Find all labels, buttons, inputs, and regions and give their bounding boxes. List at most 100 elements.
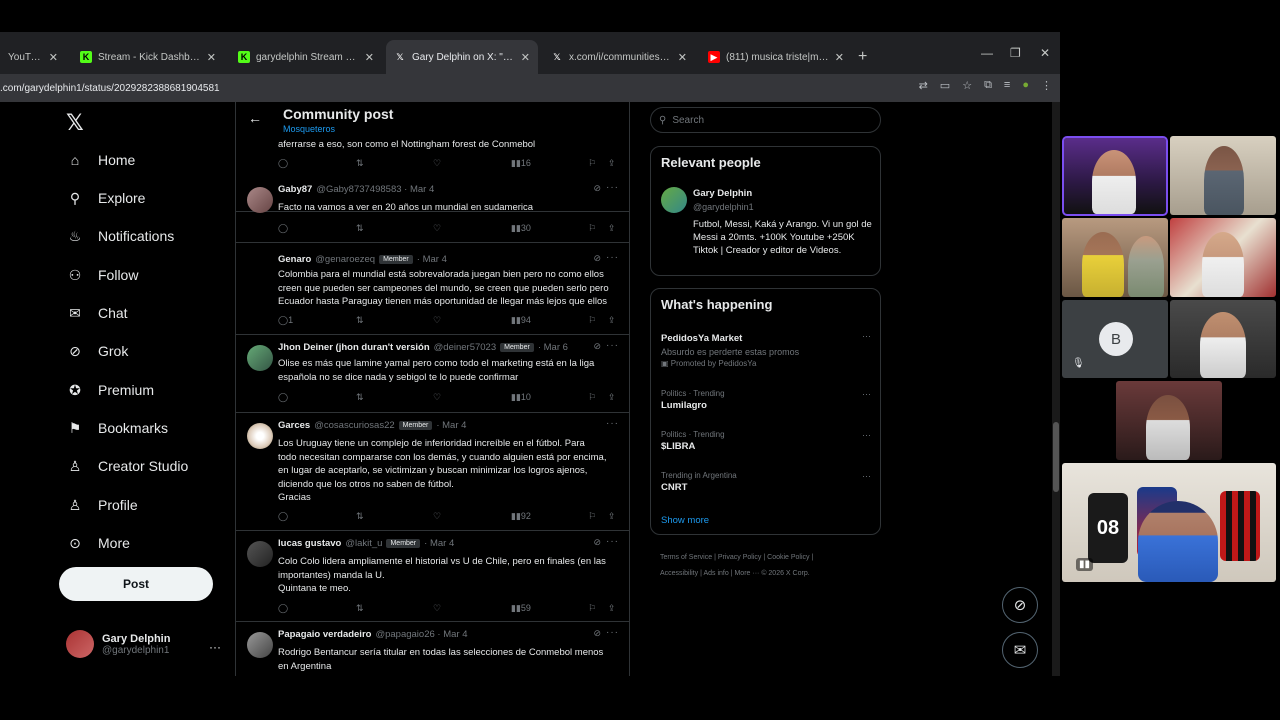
like-icon[interactable]: ♡ bbox=[433, 392, 441, 403]
nav-creator-studio[interactable]: ♙ Creator Studio bbox=[66, 457, 189, 475]
avatar[interactable] bbox=[661, 187, 687, 213]
community-name[interactable]: Mosqueteros bbox=[283, 124, 335, 134]
post-date[interactable]: · Mar 4 bbox=[424, 538, 454, 549]
author-name[interactable]: lucas gustavo bbox=[278, 538, 341, 549]
repost-icon[interactable]: ⇅ bbox=[356, 511, 364, 522]
url-text[interactable]: .com/garydelphin1/status/202928238868190… bbox=[0, 83, 220, 94]
nav-explore[interactable]: ⚲ Explore bbox=[66, 189, 146, 207]
footer-link[interactable]: Cookie Policy bbox=[767, 554, 809, 561]
author-handle[interactable]: @papagaio26 · Mar 4 bbox=[375, 629, 467, 640]
grok-icon[interactable]: ⊘ bbox=[593, 253, 601, 264]
author-name[interactable]: Jhon Deiner (jhon duran't versión bbox=[278, 342, 430, 353]
show-more-link[interactable]: Show more bbox=[661, 515, 709, 526]
bookmark-icon[interactable]: ⚐ bbox=[588, 511, 596, 522]
reply-icon[interactable]: ◯ 1 bbox=[278, 315, 293, 326]
nav-notifications[interactable]: ♨ Notifications bbox=[66, 227, 175, 245]
video-tile-camera-off[interactable]: B 🎙︎ bbox=[1062, 300, 1168, 378]
grok-icon[interactable]: ⊘ bbox=[593, 537, 601, 548]
like-icon[interactable]: ♡ bbox=[433, 158, 441, 169]
bookmark-icon[interactable]: ⚐ bbox=[588, 223, 596, 234]
views-icon[interactable]: ▮▮ 92 bbox=[511, 511, 531, 522]
nav-bookmarks[interactable]: ⚑ Bookmarks bbox=[66, 419, 168, 437]
like-icon[interactable]: ♡ bbox=[433, 315, 441, 326]
views-icon[interactable]: ▮▮ 10 bbox=[511, 392, 531, 403]
post-date[interactable]: · Mar 6 bbox=[538, 342, 568, 353]
list-item[interactable]: Papagaio verdadeiro @papagaio26 · Mar 4 … bbox=[236, 622, 629, 676]
avatar[interactable] bbox=[247, 345, 273, 371]
reply-icon[interactable]: ◯ bbox=[278, 511, 288, 522]
more-icon[interactable]: ··· bbox=[606, 418, 619, 429]
like-icon[interactable]: ♡ bbox=[433, 603, 441, 614]
search-input[interactable]: ⚲ Search bbox=[650, 107, 881, 133]
share-icon[interactable]: ⇪ bbox=[608, 223, 616, 234]
more-icon[interactable]: ··· bbox=[606, 340, 619, 351]
grok-icon[interactable]: ⊘ bbox=[593, 341, 601, 352]
author-handle[interactable]: @deiner57023 bbox=[434, 342, 496, 353]
bookmark-icon[interactable]: ⚐ bbox=[588, 158, 596, 169]
views-icon[interactable]: ▮▮ 30 bbox=[511, 223, 531, 234]
nav-premium[interactable]: ✪ Premium bbox=[66, 381, 154, 399]
grok-fab-icon[interactable]: ⊘ bbox=[1002, 587, 1038, 623]
footer-link[interactable]: Terms of Service bbox=[660, 554, 712, 561]
new-tab-icon[interactable]: + bbox=[858, 48, 867, 66]
browser-tab-active[interactable]: 𝕏 Gary Delphin on X: "VUELVE EL FA ✕ bbox=[386, 40, 538, 74]
video-tile[interactable] bbox=[1170, 218, 1276, 297]
more-icon[interactable]: ··· bbox=[606, 182, 619, 193]
views-icon[interactable]: ▮▮ 94 bbox=[511, 315, 531, 326]
person-handle[interactable]: @garydelphin1 bbox=[693, 202, 754, 212]
profile-avatar-icon[interactable]: ● bbox=[1022, 79, 1029, 92]
avatar[interactable] bbox=[247, 423, 273, 449]
browser-tab[interactable]: ▶ (811) musica triste|melancólica SIN ✕ bbox=[700, 40, 852, 74]
post-date[interactable]: · Mar 4 bbox=[436, 420, 466, 431]
reply-icon[interactable]: ◯ bbox=[278, 158, 288, 169]
person-name[interactable]: Gary Delphin bbox=[693, 188, 752, 199]
list-item[interactable]: Garces @cosascuriosas22 Member · Mar 4 ·… bbox=[236, 413, 629, 531]
scrollbar-thumb[interactable] bbox=[1053, 422, 1059, 492]
video-tile[interactable] bbox=[1170, 300, 1276, 378]
back-arrow-icon[interactable]: ← bbox=[248, 110, 262, 126]
like-icon[interactable]: ♡ bbox=[433, 223, 441, 234]
browser-tab[interactable]: YouTube Stu ✕ bbox=[0, 40, 66, 74]
star-icon[interactable]: ☆ bbox=[962, 79, 972, 92]
author-handle[interactable]: @lakit_u bbox=[345, 538, 382, 549]
bookmark-icon[interactable]: ⚐ bbox=[588, 315, 596, 326]
media-icon[interactable]: ≡ bbox=[1004, 79, 1010, 92]
bookmark-icon[interactable]: ⚐ bbox=[588, 603, 596, 614]
browser-tab[interactable]: 𝕏 x.com/i/communities/188252594 ✕ bbox=[543, 40, 695, 74]
video-tile[interactable] bbox=[1116, 381, 1222, 460]
reply-icon[interactable]: ◯ bbox=[278, 392, 288, 403]
footer-link[interactable]: Accessibility bbox=[660, 570, 698, 577]
nav-grok[interactable]: ⊘ Grok bbox=[66, 342, 128, 360]
avatar[interactable] bbox=[247, 541, 273, 567]
nav-follow[interactable]: ⚇ Follow bbox=[66, 266, 139, 284]
footer-link[interactable]: Ads info bbox=[703, 570, 728, 577]
menu-icon[interactable]: ⋮ bbox=[1041, 79, 1052, 92]
video-tile[interactable] bbox=[1170, 136, 1276, 215]
video-tile-speaking[interactable] bbox=[1062, 136, 1168, 216]
views-icon[interactable]: ▮▮ 16 bbox=[511, 158, 531, 169]
like-icon[interactable]: ♡ bbox=[433, 511, 441, 522]
views-icon[interactable]: ▮▮ 59 bbox=[511, 603, 531, 614]
share-icon[interactable]: ⇪ bbox=[608, 603, 616, 614]
post-button[interactable]: Post bbox=[59, 567, 213, 601]
reply-icon[interactable]: ◯ bbox=[278, 223, 288, 234]
trend-item[interactable]: PedidosYa Market Absurdo es perderte est… bbox=[661, 331, 871, 368]
extensions-icon[interactable]: ⧉ bbox=[984, 79, 992, 92]
close-icon[interactable]: ✕ bbox=[521, 51, 530, 64]
list-item[interactable]: Gaby87 @Gaby8737498583 · Mar 4 ⊘ ··· Fac… bbox=[236, 177, 629, 243]
more-icon[interactable]: ··· bbox=[862, 430, 871, 440]
repost-icon[interactable]: ⇅ bbox=[356, 392, 364, 403]
author-handle[interactable]: @Gaby8737498583 · Mar 4 bbox=[316, 184, 434, 195]
list-item[interactable]: Jhon Deiner (jhon duran't versión @deine… bbox=[236, 335, 629, 413]
list-item[interactable]: Genaro @genaroezeq Member · Mar 4 ⊘ ··· … bbox=[236, 243, 629, 335]
account-switcher[interactable]: Gary Delphin @garydelphin1 bbox=[66, 630, 170, 658]
author-name[interactable]: Papagaio verdadeiro bbox=[278, 629, 371, 640]
author-name[interactable]: Gaby87 bbox=[278, 184, 312, 195]
repost-icon[interactable]: ⇅ bbox=[356, 223, 364, 234]
messages-fab-icon[interactable]: ✉ bbox=[1002, 632, 1038, 668]
page-scrollbar[interactable] bbox=[1052, 102, 1060, 676]
close-icon[interactable]: ✕ bbox=[835, 51, 844, 64]
list-item[interactable]: lucas gustavo @lakit_u Member · Mar 4 ⊘ … bbox=[236, 531, 629, 622]
more-icon[interactable]: ··· bbox=[862, 331, 871, 341]
post-date[interactable]: · Mar 4 bbox=[417, 254, 447, 265]
